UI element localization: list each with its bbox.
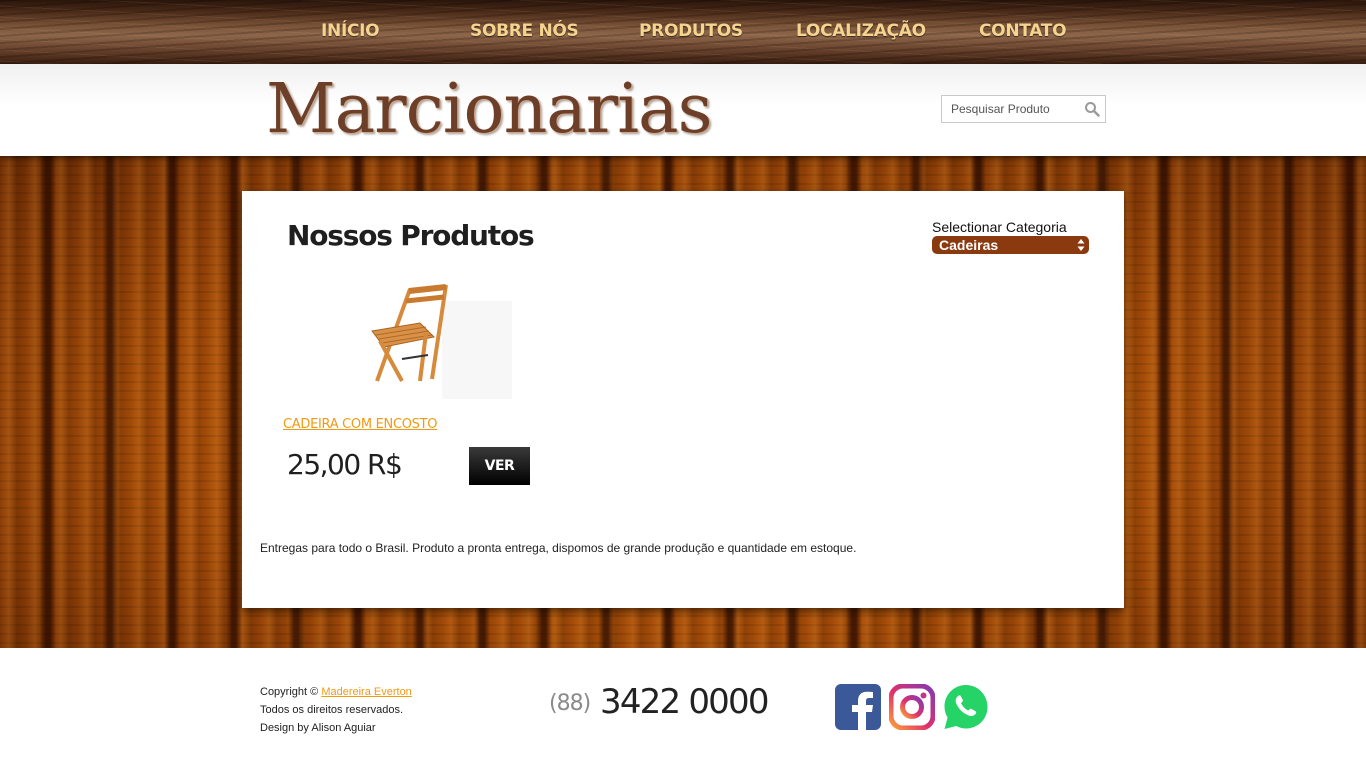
- search-icon[interactable]: [1084, 101, 1100, 117]
- product-image-chair[interactable]: [362, 281, 512, 399]
- select-arrows-icon: [1077, 239, 1085, 251]
- content-panel: Nossos Produtos Selectionar Categoria Ca…: [242, 191, 1124, 608]
- nav-item-inicio[interactable]: INÍCIO: [321, 18, 380, 44]
- phone-number: 3422 0000: [600, 682, 769, 722]
- search-input[interactable]: [942, 96, 1078, 122]
- product-name-link[interactable]: CADEIRA COM ENCOSTO: [283, 417, 438, 432]
- nav-item-sobre-nos[interactable]: SOBRE NÓS: [470, 18, 579, 44]
- site-footer: Copyright © Madereira Everton Todos os d…: [0, 648, 1366, 768]
- category-select[interactable]: Cadeiras: [932, 236, 1089, 254]
- category-label: Selectionar Categoria: [932, 219, 1067, 235]
- nav-item-localizacao[interactable]: LOCALIZAÇÃO: [796, 18, 926, 44]
- whatsapp-icon[interactable]: [943, 684, 989, 730]
- site-header: Marcionarias: [0, 64, 1366, 156]
- delivery-info: Entregas para todo o Brasil. Produto a p…: [260, 541, 857, 555]
- product-price: 25,00 R$: [287, 448, 403, 481]
- instagram-icon[interactable]: [889, 684, 935, 730]
- top-navigation: INÍCIO SOBRE NÓS PRODUTOS LOCALIZAÇÃO CO…: [0, 0, 1366, 64]
- phone-area-code: (88): [549, 691, 591, 716]
- category-selected-value: Cadeiras: [939, 237, 999, 253]
- rights-text: Todos os direitos reservados.: [260, 704, 404, 716]
- facebook-icon[interactable]: [835, 684, 881, 730]
- copyright-line: Copyright © Madereira Everton: [260, 686, 412, 698]
- design-credit: Design by Alison Aguiar: [260, 722, 376, 734]
- search-box: [941, 95, 1106, 123]
- copyright-prefix: Copyright ©: [260, 686, 319, 698]
- view-product-button[interactable]: VER: [469, 447, 530, 485]
- nav-item-produtos[interactable]: PRODUTOS: [639, 18, 743, 44]
- page-title: Nossos Produtos: [287, 219, 535, 252]
- site-logo[interactable]: Marcionarias: [266, 72, 712, 148]
- company-link[interactable]: Madereira Everton: [321, 686, 412, 698]
- nav-item-contato[interactable]: CONTATO: [979, 18, 1067, 44]
